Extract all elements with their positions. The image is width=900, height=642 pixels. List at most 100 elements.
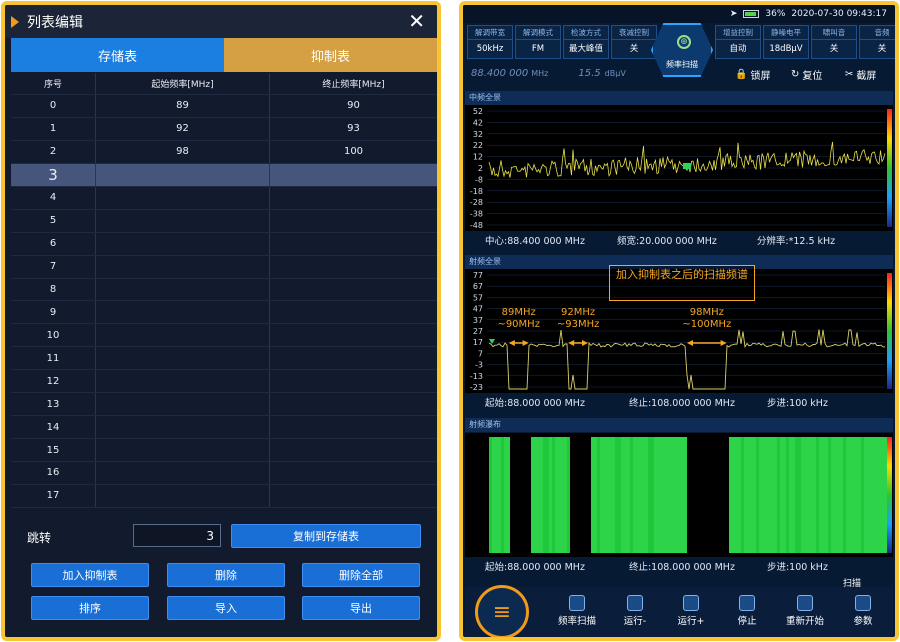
row-index: 12: [11, 370, 96, 393]
row-start-freq: [96, 209, 270, 232]
waterfall-column: [549, 437, 552, 553]
run-plus-button[interactable]: 运行+: [663, 587, 719, 637]
waterfall-column: [690, 437, 693, 553]
waterfall-column: [723, 437, 726, 553]
battery-level: 36%: [765, 9, 786, 19]
table-row[interactable]: 16: [11, 462, 437, 485]
row-index: 10: [11, 324, 96, 347]
param-value: 50kHz: [476, 44, 504, 54]
waterfall-column: [582, 437, 585, 553]
table-row[interactable]: 0 89 90: [11, 95, 437, 118]
freq-scan-button[interactable]: 频率扫描: [549, 587, 605, 637]
params-button[interactable]: 参数: [837, 587, 889, 637]
waterfall-column: [522, 437, 525, 553]
param-cell[interactable]: 解调模式 FM: [515, 25, 561, 59]
waterfall-column: [585, 437, 588, 553]
param-label: 解调带宽: [468, 26, 512, 40]
waterfall-column: [660, 437, 663, 553]
waterfall-column: [705, 437, 708, 553]
param-cell[interactable]: 音频关: [859, 25, 895, 59]
waterfall-column: [699, 437, 702, 553]
param-label: 检波方式: [564, 26, 608, 40]
waterfall-column: [672, 437, 675, 553]
waterfall-column: [573, 437, 576, 553]
stop-button[interactable]: 停止: [719, 587, 775, 637]
arrow-head-right: [582, 340, 588, 346]
param-cell[interactable]: 啸叫音关: [811, 25, 857, 59]
row-stop-freq: 93: [347, 123, 360, 135]
table-row[interactable]: 9: [11, 301, 437, 325]
table-row[interactable]: 12: [11, 370, 437, 394]
table-row[interactable]: 7: [11, 255, 437, 279]
tab-storage[interactable]: 存储表: [11, 38, 224, 72]
lock-icon: 🔒: [735, 69, 748, 80]
row-stop-freq: [270, 256, 437, 278]
run-minus-label: 运行-: [623, 616, 647, 627]
waterfall-column: [840, 437, 843, 553]
row-start-freq: [96, 462, 270, 484]
waterfall-column: [615, 437, 618, 553]
y-tick-label: 77: [473, 271, 483, 280]
waterfall-column: [795, 437, 798, 553]
table-row[interactable]: 13: [11, 393, 437, 417]
import-button[interactable]: 导入: [167, 596, 285, 620]
waterfall-column: [636, 437, 639, 553]
battery-icon: [743, 10, 760, 18]
gap-annotation-label: 92MHz: [561, 307, 595, 318]
waterfall-column: [828, 437, 831, 553]
waterfall-column: [519, 437, 522, 553]
param-cell[interactable]: 解调带宽 50kHz: [467, 25, 513, 59]
table-row[interactable]: 2 98 100: [11, 140, 437, 164]
export-button[interactable]: 导出: [302, 596, 420, 620]
freq-unit: MHz: [531, 68, 549, 78]
run-minus-button[interactable]: 运行-: [607, 587, 663, 637]
row-start-freq: [96, 393, 270, 416]
table-row[interactable]: 6: [11, 232, 437, 256]
color-scale-bar: [887, 109, 892, 227]
param-cell[interactable]: 增益控制 自动: [715, 25, 761, 59]
table-row[interactable]: 8: [11, 278, 437, 302]
delete-all-button[interactable]: 删除全部: [302, 563, 420, 587]
tab-suppress[interactable]: 抑制表: [224, 38, 437, 72]
param-cell[interactable]: 检波方式 最大峰值: [563, 25, 609, 59]
waterfall-column: [771, 437, 774, 553]
waterfall-column: [798, 437, 801, 553]
table-row[interactable]: 10: [11, 324, 437, 348]
restart-button[interactable]: 重新开始: [775, 587, 835, 637]
param-cell[interactable]: 静噪电平 18dBμV: [763, 25, 809, 59]
table-row[interactable]: 17: [11, 484, 437, 508]
waterfall-column: [696, 437, 699, 553]
param-cell[interactable]: 衰减控制关: [611, 25, 657, 59]
copy-to-storage-button[interactable]: 复制到存储表: [231, 524, 421, 548]
if-span: 频宽:20.000 000 MHz: [616, 236, 717, 247]
menu-button[interactable]: ≡: [475, 585, 529, 637]
waterfall-column: [546, 437, 549, 553]
table-row[interactable]: 14: [11, 416, 437, 440]
scissors-icon: ✂: [845, 69, 854, 80]
row-start-freq: [96, 232, 270, 255]
delete-button[interactable]: 删除: [167, 563, 285, 587]
table-row[interactable]: 5: [11, 209, 437, 233]
table-row[interactable]: 15: [11, 439, 437, 462]
table-row[interactable]: 4: [11, 186, 437, 210]
waterfall-column: [645, 437, 648, 553]
row-index: 5: [11, 209, 96, 232]
waterfall-column: [720, 437, 723, 553]
row-stop-freq: [270, 187, 437, 209]
close-icon[interactable]: ✕: [408, 9, 425, 33]
jump-input[interactable]: [133, 524, 221, 547]
sort-button[interactable]: 排序: [31, 596, 149, 620]
table-row[interactable]: 11: [11, 347, 437, 371]
waterfall-column: [789, 437, 792, 553]
lock-screen-button[interactable]: 🔒 锁屏: [735, 67, 770, 82]
table-row[interactable]: 1 92 93: [11, 117, 437, 141]
row-index: 7: [11, 255, 96, 278]
waterfall-column: [489, 437, 492, 553]
reset-button[interactable]: ↻ 复位: [791, 67, 822, 82]
menu-icon: ≡: [492, 599, 512, 625]
waterfall-column: [633, 437, 636, 553]
add-suppress-button[interactable]: 加入抑制表: [31, 563, 149, 587]
screenshot-button[interactable]: ✂ 截屏: [845, 67, 876, 82]
table-row[interactable]: 3: [11, 163, 437, 187]
waterfall-column: [702, 437, 705, 553]
